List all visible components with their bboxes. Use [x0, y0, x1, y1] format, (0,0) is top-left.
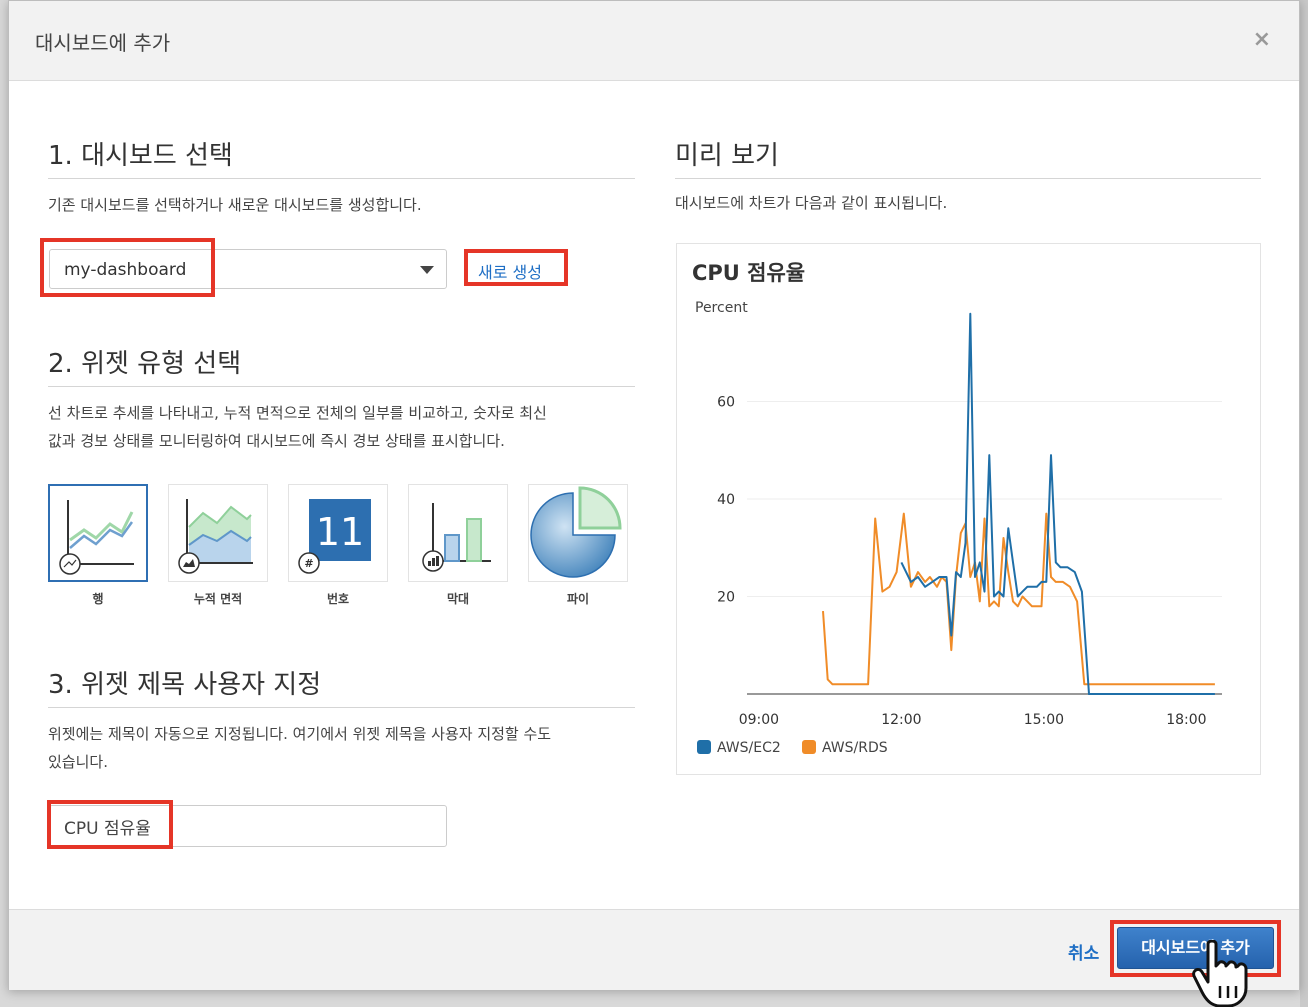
step1-description: 기존 대시보드를 선택하거나 새로운 대시보드를 생성합니다. — [48, 196, 422, 214]
widget-type-number[interactable]: 11 # — [288, 484, 388, 582]
dashboard-select-value: my-dashboard — [64, 260, 187, 280]
page-backdrop — [1300, 0, 1308, 1007]
stacked-area-icon — [178, 499, 253, 574]
close-icon[interactable]: × — [1253, 29, 1271, 51]
y-tick-label: 20 — [717, 590, 735, 606]
widget-type-number-label: 번호 — [326, 592, 350, 606]
step3-description-line1: 위젯에는 제목이 자동으로 지정됩니다. 여기에서 위젯 제목을 사용자 지정할… — [48, 725, 552, 743]
dialog-header: 대시보드에 추가 × — [9, 1, 1299, 81]
dashboard-select[interactable]: my-dashboard — [49, 249, 447, 289]
x-tick-label: 18:00 — [1166, 712, 1206, 728]
dialog-footer: 취소 대시보드에 추가 — [9, 909, 1299, 990]
number-icon-digits: 11 — [316, 510, 364, 554]
step3-divider — [48, 707, 635, 708]
create-new-dashboard-link[interactable]: 새로 생성 — [478, 259, 542, 283]
legend-swatch-ec2 — [697, 740, 711, 754]
chevron-down-icon — [420, 266, 434, 274]
step3-title: 3. 위젯 제목 사용자 지정 — [48, 670, 322, 700]
series-line-aws-rds — [822, 512, 1215, 686]
step2-title: 2. 위젯 유형 선택 — [48, 349, 242, 379]
preview-title: 미리 보기 — [675, 141, 779, 171]
preview-description: 대시보드에 차트가 다음과 같이 표시됩니다. — [675, 194, 948, 212]
cancel-button[interactable]: 취소 — [1068, 939, 1099, 964]
step2-divider — [48, 386, 635, 387]
legend-item-ec2: AWS/EC2 — [697, 740, 781, 756]
widget-type-bar-label: 막대 — [446, 592, 470, 606]
chart-preview: CPU 점유율 Percent 20 40 60 09:00 12:00 15:00 18:… — [676, 243, 1261, 775]
step2-description-line1: 선 차트로 추세를 나타내고, 누적 면적으로 전체의 일부를 비교하고, 숫자… — [48, 404, 547, 422]
widget-type-pie[interactable] — [528, 484, 628, 582]
step3-description-line2: 있습니다. — [48, 753, 108, 771]
x-tick-label: 12:00 — [881, 712, 921, 728]
x-tick-label: 15:00 — [1024, 712, 1064, 728]
svg-text:#: # — [304, 557, 313, 570]
legend-swatch-rds — [802, 740, 816, 754]
pie-chart-icon — [530, 486, 622, 578]
preview-divider — [675, 178, 1261, 179]
widget-type-stacked-area[interactable] — [168, 484, 268, 582]
number-icon: 11 # — [298, 499, 371, 574]
bar-chart-icon — [422, 503, 491, 572]
y-tick-label: 40 — [717, 492, 735, 508]
hand-cursor-icon — [1192, 940, 1248, 1007]
add-to-dashboard-dialog: 대시보드에 추가 × 1. 대시보드 선택 기존 대시보드를 선택하거나 새로운… — [8, 0, 1300, 990]
y-tick-label: 60 — [717, 395, 735, 411]
legend-label-ec2: AWS/EC2 — [717, 740, 781, 756]
x-tick-label: 09:00 — [739, 712, 779, 728]
widget-type-bar[interactable] — [408, 484, 508, 582]
step2-description-line2: 값과 경보 상태를 모니터링하여 대시보드에 즉시 경보 상태를 표시합니다. — [48, 432, 505, 450]
series-line-aws-ec2 — [900, 312, 1215, 695]
legend-label-rds: AWS/RDS — [822, 740, 888, 756]
widget-type-pie-label: 파이 — [566, 592, 590, 606]
widget-type-line-label: 행 — [92, 592, 104, 606]
dialog-title: 대시보드에 추가 — [35, 31, 171, 55]
legend-item-rds: AWS/RDS — [802, 740, 888, 756]
widget-type-line[interactable] — [48, 484, 148, 582]
line-chart: 20 40 60 09:00 12:00 15:00 18:00 — [717, 312, 1222, 728]
step1-title: 1. 대시보드 선택 — [48, 141, 233, 171]
widget-title-input[interactable] — [49, 805, 447, 847]
widget-type-stacked-area-label: 누적 면적 — [193, 592, 243, 606]
step1-divider — [48, 178, 635, 179]
line-chart-icon — [59, 500, 134, 575]
